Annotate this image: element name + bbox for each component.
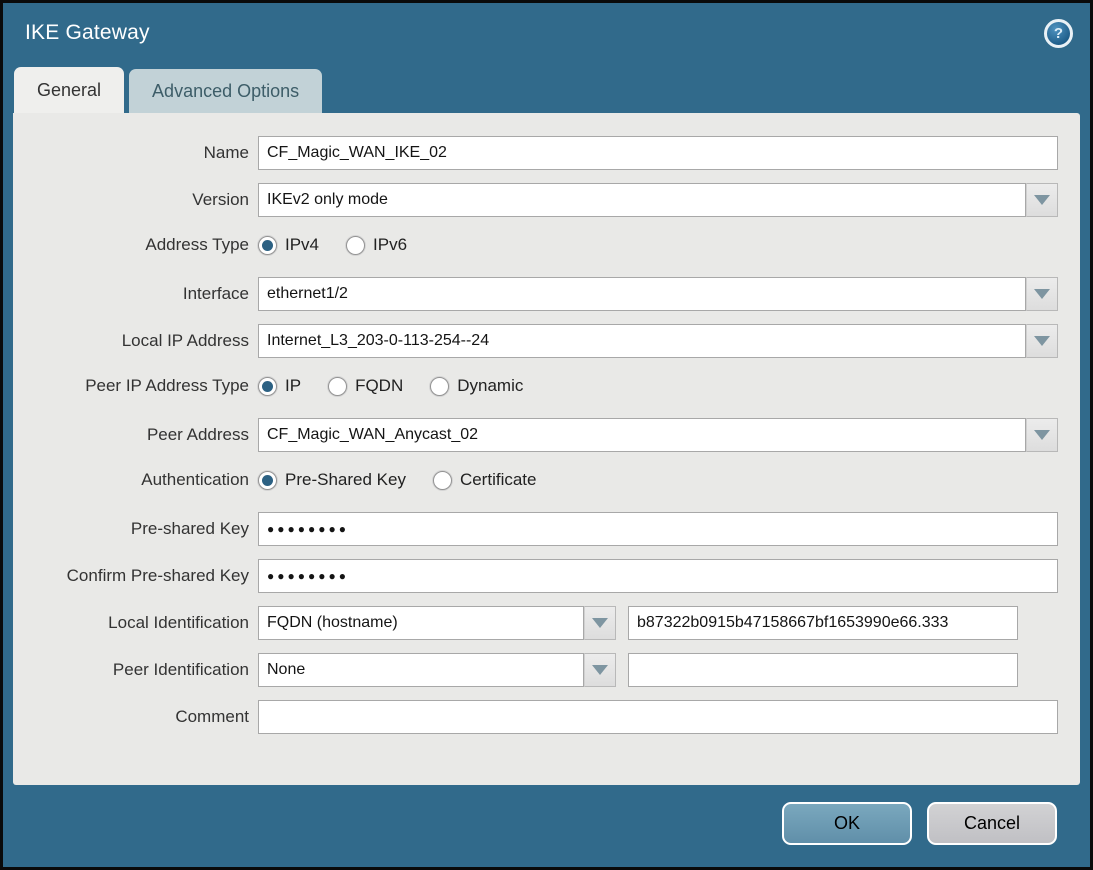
dialog-footer: OK Cancel [3, 785, 1090, 867]
radio-peer-ip-label: IP [285, 376, 301, 396]
chevron-down-icon [592, 665, 608, 675]
general-tab-panel: Name Version Address Type IPv4 IPv6 Inte… [13, 113, 1080, 785]
local-ip-address-input[interactable] [258, 324, 1026, 358]
comment-label: Comment [13, 707, 258, 727]
radio-peer-dynamic-label: Dynamic [457, 376, 523, 396]
chevron-down-icon [1034, 195, 1050, 205]
form-row-version: Version [13, 183, 1080, 217]
local-identification-label: Local Identification [13, 613, 258, 633]
local-identification-type-input[interactable] [258, 606, 584, 640]
version-dropdown-button[interactable] [1026, 183, 1058, 217]
peer-identification-dropdown-button[interactable] [584, 653, 616, 687]
peer-address-input[interactable] [258, 418, 1026, 452]
peer-identification-type-input[interactable] [258, 653, 584, 687]
form-row-name: Name [13, 136, 1080, 170]
tab-advanced-options[interactable]: Advanced Options [129, 69, 322, 113]
radio-peer-ip[interactable] [258, 377, 277, 396]
form-row-pre-shared-key: Pre-shared Key [13, 512, 1080, 546]
form-row-interface: Interface [13, 277, 1080, 311]
peer-identification-value-input[interactable] [628, 653, 1018, 687]
cancel-button[interactable]: Cancel [927, 802, 1057, 845]
dialog-titlebar: IKE Gateway ? [3, 3, 1090, 63]
form-row-local-ip-address: Local IP Address [13, 324, 1080, 358]
confirm-pre-shared-key-label: Confirm Pre-shared Key [13, 566, 258, 586]
interface-input[interactable] [258, 277, 1026, 311]
peer-identification-label: Peer Identification [13, 660, 258, 680]
radio-ipv4[interactable] [258, 236, 277, 255]
chevron-down-icon [1034, 336, 1050, 346]
ike-gateway-dialog: IKE Gateway ? General Advanced Options N… [0, 0, 1093, 870]
ok-button[interactable]: OK [782, 802, 912, 845]
comment-input[interactable] [258, 700, 1058, 734]
chevron-down-icon [592, 618, 608, 628]
radio-ipv4-label: IPv4 [285, 235, 319, 255]
peer-ip-address-type-label: Peer IP Address Type [13, 376, 258, 396]
form-row-peer-ip-address-type: Peer IP Address Type IP FQDN Dynamic [13, 371, 1080, 401]
radio-certificate-label: Certificate [460, 470, 537, 490]
form-row-comment: Comment [13, 700, 1080, 734]
radio-pre-shared-key[interactable] [258, 471, 277, 490]
interface-dropdown [258, 277, 1058, 311]
local-identification-value-input[interactable] [628, 606, 1018, 640]
radio-certificate[interactable] [433, 471, 452, 490]
local-ip-address-label: Local IP Address [13, 331, 258, 351]
version-input[interactable] [258, 183, 1026, 217]
tab-strip: General Advanced Options [3, 63, 1090, 113]
version-dropdown [258, 183, 1058, 217]
radio-peer-dynamic[interactable] [430, 377, 449, 396]
local-identification-type-dropdown [258, 606, 616, 640]
peer-address-label: Peer Address [13, 425, 258, 445]
radio-ipv6[interactable] [346, 236, 365, 255]
radio-peer-fqdn[interactable] [328, 377, 347, 396]
tab-general[interactable]: General [14, 67, 124, 113]
radio-ipv6-label: IPv6 [373, 235, 407, 255]
help-icon[interactable]: ? [1044, 19, 1073, 48]
peer-address-dropdown-button[interactable] [1026, 418, 1058, 452]
form-row-address-type: Address Type IPv4 IPv6 [13, 230, 1080, 260]
name-label: Name [13, 143, 258, 163]
peer-identification-type-dropdown [258, 653, 616, 687]
confirm-pre-shared-key-input[interactable] [258, 559, 1058, 593]
form-row-confirm-pre-shared-key: Confirm Pre-shared Key [13, 559, 1080, 593]
interface-label: Interface [13, 284, 258, 304]
local-identification-dropdown-button[interactable] [584, 606, 616, 640]
form-row-local-identification: Local Identification [13, 606, 1080, 640]
radio-pre-shared-key-label: Pre-Shared Key [285, 470, 406, 490]
radio-peer-fqdn-label: FQDN [355, 376, 403, 396]
form-row-peer-identification: Peer Identification [13, 653, 1080, 687]
chevron-down-icon [1034, 430, 1050, 440]
form-row-peer-address: Peer Address [13, 418, 1080, 452]
name-input[interactable] [258, 136, 1058, 170]
local-ip-address-dropdown [258, 324, 1058, 358]
peer-address-dropdown [258, 418, 1058, 452]
chevron-down-icon [1034, 289, 1050, 299]
form-row-authentication: Authentication Pre-Shared Key Certificat… [13, 465, 1080, 495]
pre-shared-key-label: Pre-shared Key [13, 519, 258, 539]
dialog-title: IKE Gateway [25, 21, 150, 45]
local-ip-address-dropdown-button[interactable] [1026, 324, 1058, 358]
address-type-label: Address Type [13, 235, 258, 255]
authentication-label: Authentication [13, 470, 258, 490]
pre-shared-key-input[interactable] [258, 512, 1058, 546]
interface-dropdown-button[interactable] [1026, 277, 1058, 311]
version-label: Version [13, 190, 258, 210]
